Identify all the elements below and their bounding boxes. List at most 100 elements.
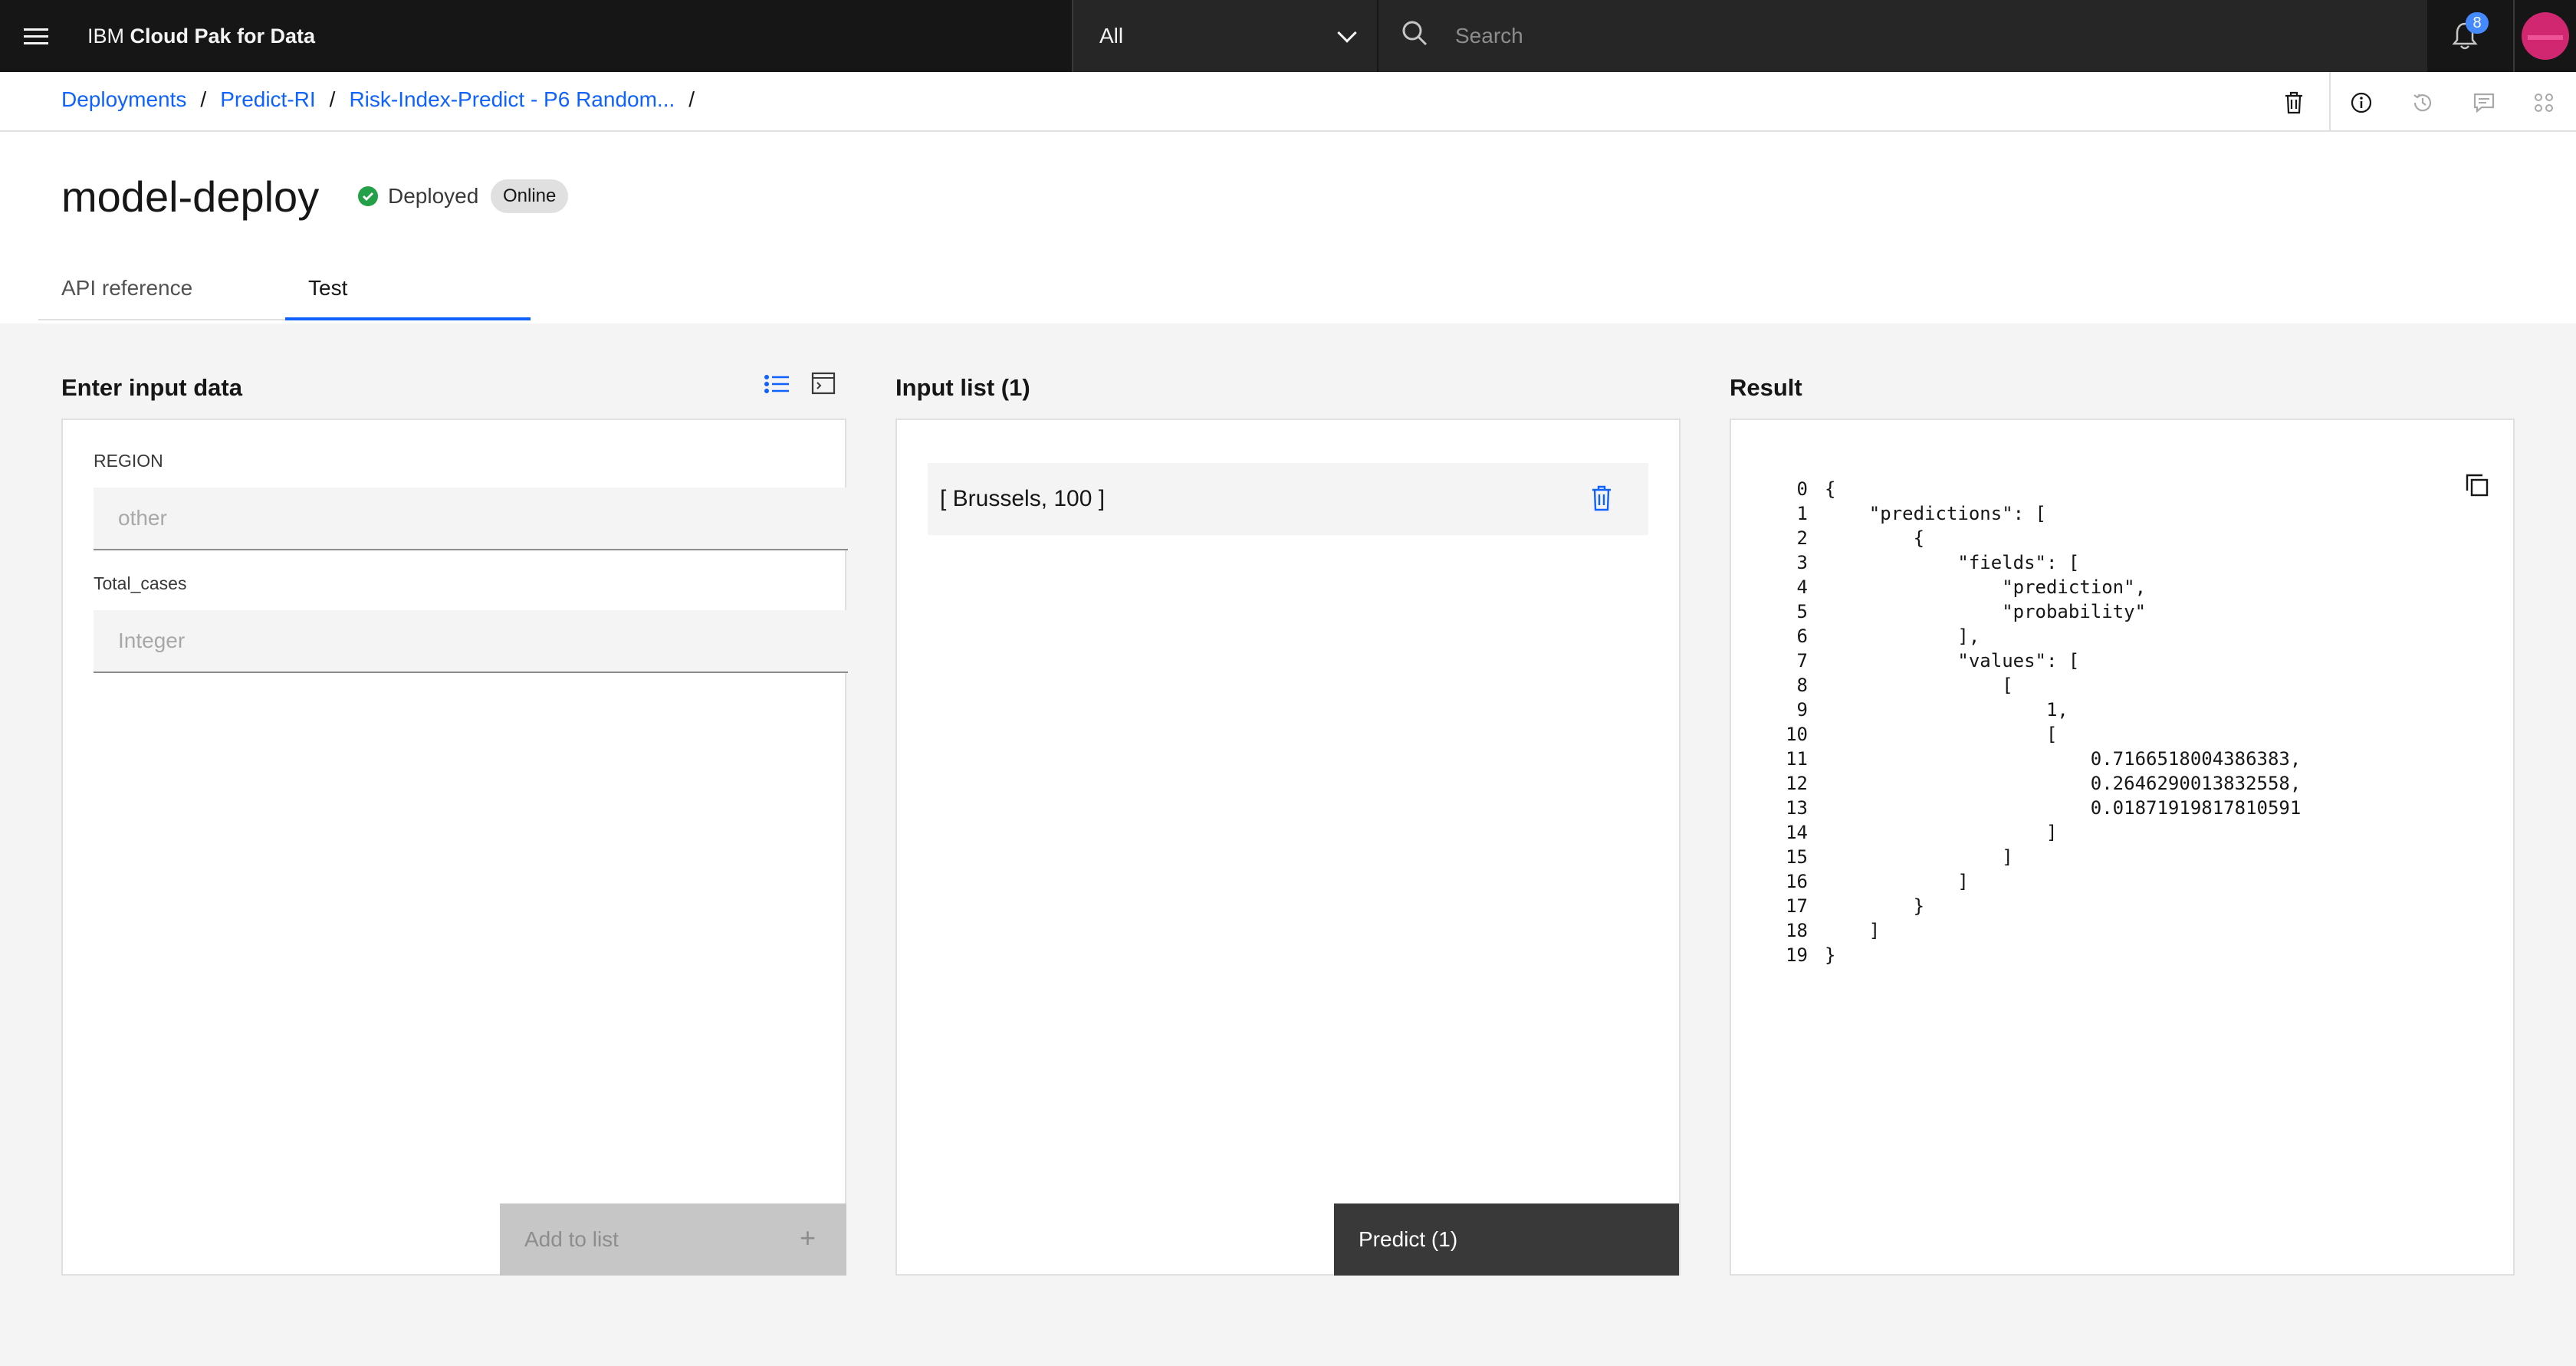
code-line-text: { xyxy=(1825,527,1925,549)
line-number: 14 xyxy=(1786,822,1808,843)
line-number: 19 xyxy=(1786,944,1808,966)
list-view-icon[interactable] xyxy=(764,373,790,396)
code-line: 12 0.2646290013832558, xyxy=(1777,771,2301,796)
code-line: 4 "prediction", xyxy=(1777,575,2301,599)
code-line: 13 0.01871919817810591 xyxy=(1777,796,2301,820)
toolbar-divider xyxy=(2329,72,2331,132)
page-header: Deployments / Predict-RI / Risk-Index-Pr… xyxy=(0,72,2576,323)
breadcrumb-deployments[interactable]: Deployments xyxy=(61,87,186,112)
deployment-status: Deployed xyxy=(357,184,478,209)
related-items-button[interactable] xyxy=(2527,86,2561,120)
brand-name[interactable]: IBM Cloud Pak for Data xyxy=(87,25,315,48)
code-line-text: ], xyxy=(1825,626,1980,647)
delete-deployment-button[interactable] xyxy=(2277,86,2311,120)
total-cases-field-label: Total_cases xyxy=(94,573,187,593)
code-line: 7 "values": [ xyxy=(1777,649,2301,673)
input-panel-title: Enter input data xyxy=(61,374,242,401)
scope-dropdown[interactable]: All xyxy=(1072,0,1377,72)
code-line-text: 0.7166518004386383, xyxy=(1825,748,2302,770)
add-icon: + xyxy=(799,1222,816,1253)
line-number: 2 xyxy=(1796,527,1808,549)
code-line: 11 0.7166518004386383, xyxy=(1777,747,2301,771)
notification-count-badge: 8 xyxy=(2466,12,2489,34)
code-line: 9 1, xyxy=(1777,698,2301,722)
tab-api-reference[interactable]: API reference xyxy=(38,264,285,320)
code-line-text: { xyxy=(1825,478,1836,500)
list-item-label: [ Brussels, 100 ] xyxy=(940,486,1106,511)
code-line-text: "fields": [ xyxy=(1825,552,2080,573)
brand-product: Cloud Pak for Data xyxy=(130,24,316,48)
search-input[interactable] xyxy=(1455,0,2375,72)
code-line: 1 "predictions": [ xyxy=(1777,501,2301,526)
code-line: 14 ] xyxy=(1777,820,2301,845)
line-number: 6 xyxy=(1796,626,1808,647)
line-number: 10 xyxy=(1786,724,1808,745)
line-number: 8 xyxy=(1796,675,1808,696)
checkmark-filled-icon xyxy=(358,186,378,206)
history-button[interactable] xyxy=(2406,86,2440,120)
brand-prefix: IBM xyxy=(87,24,125,48)
line-number: 7 xyxy=(1796,650,1808,672)
terminal-view-icon[interactable] xyxy=(811,371,836,396)
history-icon xyxy=(2413,94,2432,112)
code-line: 10 [ xyxy=(1777,722,2301,747)
top-bar: IBM Cloud Pak for Data All 8 xyxy=(0,0,2576,72)
code-line: 8 [ xyxy=(1777,673,2301,698)
code-line-text: ] xyxy=(1825,846,2013,868)
breadcrumb-risk-index-predict[interactable]: Risk-Index-Predict - P6 Random... xyxy=(349,87,675,112)
input-list-title: Input list (1) xyxy=(895,374,1030,401)
add-to-list-label: Add to list xyxy=(524,1227,619,1251)
code-line-text: [ xyxy=(1825,724,2058,745)
search-icon xyxy=(1402,21,1428,46)
code-line-text: ] xyxy=(1825,822,2058,843)
status-label: Deployed xyxy=(388,184,479,208)
region-field-label: REGION xyxy=(94,451,163,471)
total-cases-input[interactable] xyxy=(94,610,848,673)
apps-icon xyxy=(2535,94,2553,112)
info-button[interactable] xyxy=(2344,86,2378,120)
code-line-text: } xyxy=(1825,944,1836,966)
breadcrumb-predict-ri[interactable]: Predict-RI xyxy=(220,87,315,112)
region-input[interactable] xyxy=(94,488,848,550)
copy-icon[interactable] xyxy=(2464,472,2490,498)
line-number: 5 xyxy=(1796,601,1808,622)
code-line-text: 1, xyxy=(1825,699,2068,721)
line-number: 18 xyxy=(1786,920,1808,941)
line-number: 1 xyxy=(1796,503,1808,524)
hamburger-menu-icon[interactable] xyxy=(0,0,72,72)
line-number: 13 xyxy=(1786,797,1808,819)
trash-icon[interactable] xyxy=(1590,484,1613,512)
scope-value: All xyxy=(1099,24,1124,48)
predict-button[interactable]: Predict (1) xyxy=(1334,1203,1679,1276)
code-line: 18 ] xyxy=(1777,918,2301,943)
code-line-text: "prediction", xyxy=(1825,576,2147,598)
chevron-down-icon xyxy=(1337,23,1357,43)
info-icon xyxy=(2351,92,2372,113)
comment-icon xyxy=(2473,93,2495,113)
tab-test[interactable]: Test xyxy=(285,264,531,320)
line-number: 17 xyxy=(1786,895,1808,917)
comments-button[interactable] xyxy=(2467,86,2501,120)
list-item[interactable]: [ Brussels, 100 ] xyxy=(928,463,1648,535)
line-number: 3 xyxy=(1796,552,1808,573)
code-line-text: ] xyxy=(1825,871,1969,892)
line-number: 12 xyxy=(1786,773,1808,794)
code-line-text: [ xyxy=(1825,675,2013,696)
code-line-text: "predictions": [ xyxy=(1825,503,2046,524)
result-code-block: 0{1 "predictions": [2 {3 "fields": [4 "p… xyxy=(1777,477,2301,967)
code-line: 16 ] xyxy=(1777,869,2301,894)
code-line-text: "values": [ xyxy=(1825,650,2080,672)
line-number: 11 xyxy=(1786,748,1808,770)
result-title: Result xyxy=(1730,374,1802,401)
line-number: 16 xyxy=(1786,871,1808,892)
input-data-panel: REGION Total_cases Add to list + xyxy=(61,419,848,1276)
code-line: 3 "fields": [ xyxy=(1777,550,2301,575)
code-line: 2 { xyxy=(1777,526,2301,550)
notifications-button[interactable]: 8 xyxy=(2429,0,2501,72)
trash-icon xyxy=(2285,91,2302,114)
code-line-text: 0.01871919817810591 xyxy=(1825,797,2302,819)
add-to-list-button[interactable]: Add to list + xyxy=(500,1203,846,1276)
page-title: model-deploy xyxy=(61,172,320,221)
user-menu-button[interactable] xyxy=(2513,0,2576,72)
code-line: 15 ] xyxy=(1777,845,2301,869)
